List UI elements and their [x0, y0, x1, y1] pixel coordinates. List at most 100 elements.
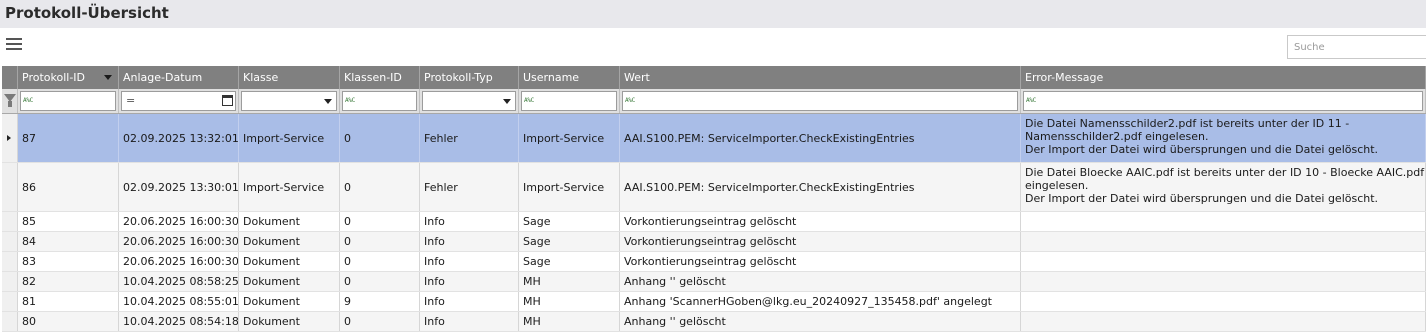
- cell-username[interactable]: Import-Service: [519, 163, 620, 211]
- cell-protokoll-id[interactable]: 85: [18, 212, 119, 231]
- cell-protokoll-typ[interactable]: Fehler: [420, 114, 519, 162]
- cell-klasse[interactable]: Dokument: [239, 312, 340, 331]
- row-selector[interactable]: [2, 212, 18, 231]
- cell-anlage-datum[interactable]: 10.04.2025 08:55:01: [119, 292, 239, 311]
- filter-input-anlage-datum[interactable]: =: [121, 91, 236, 111]
- cell-protokoll-id[interactable]: 81: [18, 292, 119, 311]
- cell-error-message[interactable]: [1021, 292, 1426, 311]
- cell-protokoll-typ[interactable]: Info: [420, 232, 519, 251]
- table-row[interactable]: 87 02.09.2025 13:32:01 Import-Service 0 …: [2, 114, 1426, 163]
- table-row[interactable]: 83 20.06.2025 16:00:30 Dokument 0 Info S…: [2, 252, 1426, 272]
- search-input[interactable]: [1287, 35, 1426, 59]
- filter-select-klasse[interactable]: [241, 91, 337, 111]
- cell-klasse[interactable]: Dokument: [239, 292, 340, 311]
- cell-wert[interactable]: AAI.S100.PEM: ServiceImporter.CheckExist…: [620, 114, 1021, 162]
- cell-wert[interactable]: Vorkontierungseintrag gelöscht: [620, 232, 1021, 251]
- cell-klassen-id[interactable]: 0: [340, 212, 420, 231]
- cell-klasse[interactable]: Dokument: [239, 232, 340, 251]
- equals-operator-icon[interactable]: =: [126, 95, 135, 106]
- table-row[interactable]: 81 10.04.2025 08:55:01 Dokument 9 Info M…: [2, 292, 1426, 312]
- column-header-klasse[interactable]: Klasse: [239, 66, 340, 89]
- table-row[interactable]: 85 20.06.2025 16:00:30 Dokument 0 Info S…: [2, 212, 1426, 232]
- cell-anlage-datum[interactable]: 10.04.2025 08:58:25: [119, 272, 239, 291]
- cell-error-message[interactable]: [1021, 212, 1426, 231]
- cell-error-message[interactable]: [1021, 312, 1426, 331]
- filter-input-error-message[interactable]: A%C: [1023, 91, 1423, 111]
- cell-username[interactable]: MH: [519, 292, 620, 311]
- chevron-down-icon[interactable]: [503, 99, 511, 104]
- cell-klassen-id[interactable]: 0: [340, 232, 420, 251]
- row-selector[interactable]: [2, 163, 18, 211]
- cell-klassen-id[interactable]: 9: [340, 292, 420, 311]
- cell-protokoll-id[interactable]: 80: [18, 312, 119, 331]
- cell-error-message[interactable]: Die Datei Namensschilder2.pdf ist bereit…: [1021, 114, 1426, 162]
- cell-protokoll-typ[interactable]: Info: [420, 252, 519, 271]
- cell-error-message[interactable]: [1021, 272, 1426, 291]
- table-row[interactable]: 84 20.06.2025 16:00:30 Dokument 0 Info S…: [2, 232, 1426, 252]
- cell-anlage-datum[interactable]: 20.06.2025 16:00:30: [119, 252, 239, 271]
- cell-klasse[interactable]: Dokument: [239, 212, 340, 231]
- cell-username[interactable]: Import-Service: [519, 114, 620, 162]
- cell-anlage-datum[interactable]: 02.09.2025 13:30:01: [119, 163, 239, 211]
- cell-wert[interactable]: Vorkontierungseintrag gelöscht: [620, 212, 1021, 231]
- cell-klassen-id[interactable]: 0: [340, 252, 420, 271]
- row-selector[interactable]: [2, 232, 18, 251]
- cell-wert[interactable]: Anhang 'ScannerHGoben@lkg.eu_20240927_13…: [620, 292, 1021, 311]
- cell-wert[interactable]: Vorkontierungseintrag gelöscht: [620, 252, 1021, 271]
- filter-select-protokoll-typ[interactable]: [422, 91, 516, 111]
- cell-username[interactable]: Sage: [519, 212, 620, 231]
- column-header-wert[interactable]: Wert: [620, 66, 1021, 89]
- cell-klassen-id[interactable]: 0: [340, 272, 420, 291]
- column-header-protokoll-typ[interactable]: Protokoll-Typ: [420, 66, 519, 89]
- column-header-username[interactable]: Username: [519, 66, 620, 89]
- table-row[interactable]: 80 10.04.2025 08:54:18 Dokument 0 Info M…: [2, 312, 1426, 332]
- cell-error-message[interactable]: [1021, 252, 1426, 271]
- cell-protokoll-typ[interactable]: Info: [420, 272, 519, 291]
- cell-username[interactable]: MH: [519, 272, 620, 291]
- cell-anlage-datum[interactable]: 20.06.2025 16:00:30: [119, 232, 239, 251]
- row-selector[interactable]: [2, 312, 18, 331]
- filter-input-username[interactable]: A%C: [521, 91, 617, 111]
- cell-protokoll-typ[interactable]: Info: [420, 292, 519, 311]
- cell-protokoll-id[interactable]: 87: [18, 114, 119, 162]
- row-selector[interactable]: [2, 272, 18, 291]
- column-header-anlage-datum[interactable]: Anlage-Datum: [119, 66, 239, 89]
- cell-anlage-datum[interactable]: 20.06.2025 16:00:30: [119, 212, 239, 231]
- cell-protokoll-typ[interactable]: Info: [420, 312, 519, 331]
- calendar-icon[interactable]: [222, 95, 233, 106]
- cell-protokoll-id[interactable]: 83: [18, 252, 119, 271]
- cell-protokoll-typ[interactable]: Fehler: [420, 163, 519, 211]
- cell-protokoll-id[interactable]: 82: [18, 272, 119, 291]
- cell-anlage-datum[interactable]: 10.04.2025 08:54:18: [119, 312, 239, 331]
- hamburger-menu-icon[interactable]: [6, 38, 22, 53]
- column-header-error-message[interactable]: Error-Message: [1021, 66, 1426, 89]
- table-row[interactable]: 82 10.04.2025 08:58:25 Dokument 0 Info M…: [2, 272, 1426, 292]
- cell-protokoll-id[interactable]: 86: [18, 163, 119, 211]
- cell-username[interactable]: Sage: [519, 232, 620, 251]
- cell-wert[interactable]: Anhang '' gelöscht: [620, 312, 1021, 331]
- cell-username[interactable]: Sage: [519, 252, 620, 271]
- cell-protokoll-id[interactable]: 84: [18, 232, 119, 251]
- filter-input-protokoll-id[interactable]: A%C: [20, 91, 116, 111]
- column-header-klassen-id[interactable]: Klassen-ID: [340, 66, 420, 89]
- cell-klassen-id[interactable]: 0: [340, 114, 420, 162]
- cell-klasse[interactable]: Import-Service: [239, 163, 340, 211]
- table-row[interactable]: 86 02.09.2025 13:30:01 Import-Service 0 …: [2, 163, 1426, 212]
- cell-klasse[interactable]: Import-Service: [239, 114, 340, 162]
- cell-klasse[interactable]: Dokument: [239, 272, 340, 291]
- filter-input-klassen-id[interactable]: A%C: [342, 91, 417, 111]
- row-selector[interactable]: [2, 292, 18, 311]
- cell-error-message[interactable]: [1021, 232, 1426, 251]
- row-selector[interactable]: [2, 114, 18, 162]
- cell-error-message[interactable]: Die Datei Bloecke AAIC.pdf ist bereits u…: [1021, 163, 1426, 211]
- column-header-protokoll-id[interactable]: Protokoll-ID: [18, 66, 119, 89]
- cell-klassen-id[interactable]: 0: [340, 312, 420, 331]
- cell-anlage-datum[interactable]: 02.09.2025 13:32:01: [119, 114, 239, 162]
- cell-wert[interactable]: AAI.S100.PEM: ServiceImporter.CheckExist…: [620, 163, 1021, 211]
- row-selector[interactable]: [2, 252, 18, 271]
- cell-klassen-id[interactable]: 0: [340, 163, 420, 211]
- cell-klasse[interactable]: Dokument: [239, 252, 340, 271]
- cell-wert[interactable]: Anhang '' gelöscht: [620, 272, 1021, 291]
- filter-input-wert[interactable]: A%C: [622, 91, 1018, 111]
- chevron-down-icon[interactable]: [324, 99, 332, 104]
